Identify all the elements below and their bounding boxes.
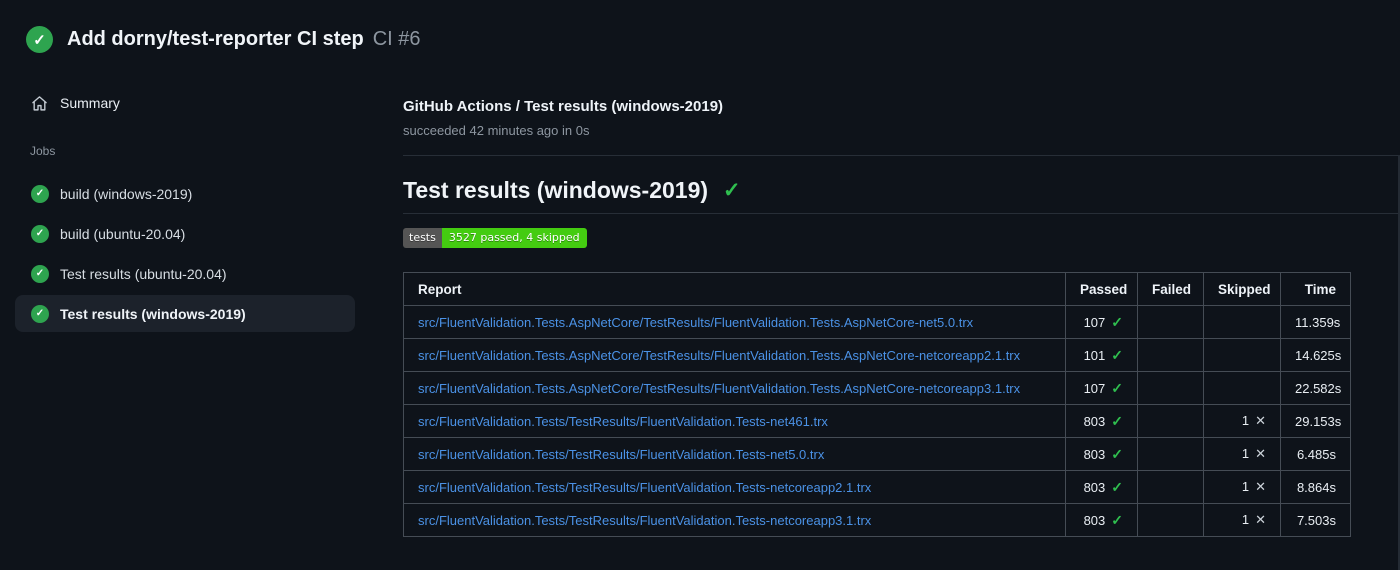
jobs-section-label: Jobs [30,144,56,158]
column-header-passed: Passed [1065,272,1138,306]
check-icon: ✓ [1111,478,1123,495]
table-row: src/FluentValidation.Tests.AspNetCore/Te… [403,305,1351,339]
report-link[interactable]: src/FluentValidation.Tests.AspNetCore/Te… [418,315,973,330]
check-icon: ✓ [1111,412,1123,429]
time-value: 6.485s [1280,437,1351,471]
job-label: Test results (windows-2019) [60,305,246,322]
column-header-failed: Failed [1137,272,1204,306]
success-check-circle-icon: ✓ [31,184,49,203]
job-label: Test results (ubuntu-20.04) [60,265,227,282]
sidebar-job-build-ubuntu-2004[interactable]: ✓ build (ubuntu-20.04) [15,215,355,252]
job-label: build (windows-2019) [60,185,193,202]
column-header-report: Report [403,272,1066,306]
table-row: src/FluentValidation.Tests/TestResults/F… [403,404,1351,438]
job-label: build (ubuntu-20.04) [60,225,186,242]
column-header-skipped: Skipped [1203,272,1281,306]
passed-count: 107 [1083,314,1106,330]
check-icon: ✓ [1111,511,1123,528]
run-title: Add dorny/test-reporter CI step [67,28,364,50]
badge-label: tests [403,228,442,248]
check-run-panel: GitHub Actions / Test results (windows-2… [403,80,1400,570]
time-value: 29.153s [1280,404,1351,438]
skipped-count: 1 [1241,413,1250,428]
check-icon: ✓ [1111,379,1123,396]
table-row: src/FluentValidation.Tests/TestResults/F… [403,503,1351,537]
section-heading: Test results (windows-2019) ✓ [403,177,741,204]
time-value: 7.503s [1280,503,1351,537]
cross-icon: ✕ [1255,413,1266,428]
table-row: src/FluentValidation.Tests/TestResults/F… [403,437,1351,471]
checks-sidebar: Summary Jobs ✓ build (windows-2019) ✓ bu… [0,80,392,570]
report-link[interactable]: src/FluentValidation.Tests/TestResults/F… [418,513,871,528]
run-header: ✓ Add dorny/test-reporter CI step CI #6 [26,26,421,53]
report-link[interactable]: src/FluentValidation.Tests.AspNetCore/Te… [418,348,1020,363]
success-check-circle-icon: ✓ [26,26,53,53]
sidebar-job-test-results-windows-2019[interactable]: ✓ Test results (windows-2019) [15,295,355,332]
success-check-circle-icon: ✓ [31,224,49,243]
passed-count: 803 [1083,479,1106,495]
passed-count: 107 [1083,380,1106,396]
cross-icon: ✕ [1255,479,1266,494]
success-check-circle-icon: ✓ [31,264,49,283]
check-run-status: succeeded 42 minutes ago in 0s [403,123,590,138]
run-number: CI #6 [372,28,421,50]
time-value: 22.582s [1280,371,1351,405]
time-value: 14.625s [1280,338,1351,372]
skipped-count: 1 [1241,446,1250,461]
report-link[interactable]: src/FluentValidation.Tests/TestResults/F… [418,414,828,429]
sidebar-item-summary[interactable]: Summary [30,94,120,112]
check-icon: ✓ [723,179,741,202]
sidebar-job-build-windows-2019[interactable]: ✓ build (windows-2019) [15,175,355,212]
check-icon: ✓ [1111,346,1123,363]
report-link[interactable]: src/FluentValidation.Tests.AspNetCore/Te… [418,381,1020,396]
skipped-count: 1 [1241,479,1250,494]
test-results-table: Report Passed Failed Skipped Time src/Fl… [403,272,1351,537]
table-row: src/FluentValidation.Tests.AspNetCore/Te… [403,338,1351,372]
report-link[interactable]: src/FluentValidation.Tests/TestResults/F… [418,447,824,462]
sidebar-job-test-results-ubuntu-2004[interactable]: ✓ Test results (ubuntu-20.04) [15,255,355,292]
time-value: 11.359s [1280,305,1351,339]
table-header-row: Report Passed Failed Skipped Time [403,272,1351,306]
cross-icon: ✕ [1255,512,1266,527]
success-check-circle-icon: ✓ [31,304,49,323]
check-icon: ✓ [1111,445,1123,462]
check-icon: ✓ [1111,313,1123,330]
passed-count: 803 [1083,512,1106,528]
report-link[interactable]: src/FluentValidation.Tests/TestResults/F… [418,480,871,495]
passed-count: 101 [1083,347,1106,363]
tests-badge[interactable]: tests 3527 passed, 4 skipped [403,228,587,248]
summary-label: Summary [60,95,120,111]
column-header-time: Time [1280,272,1351,306]
section-heading-text: Test results (windows-2019) [403,177,709,203]
time-value: 8.864s [1280,470,1351,504]
passed-count: 803 [1083,446,1106,462]
table-row: src/FluentValidation.Tests/TestResults/F… [403,470,1351,504]
skipped-count: 1 [1241,512,1250,527]
divider [403,155,1400,156]
divider [403,213,1400,214]
check-run-title: GitHub Actions / Test results (windows-2… [403,98,724,115]
table-row: src/FluentValidation.Tests.AspNetCore/Te… [403,371,1351,405]
cross-icon: ✕ [1255,446,1266,461]
home-icon [30,94,48,112]
badge-message: 3527 passed, 4 skipped [441,228,587,248]
passed-count: 803 [1083,413,1106,429]
